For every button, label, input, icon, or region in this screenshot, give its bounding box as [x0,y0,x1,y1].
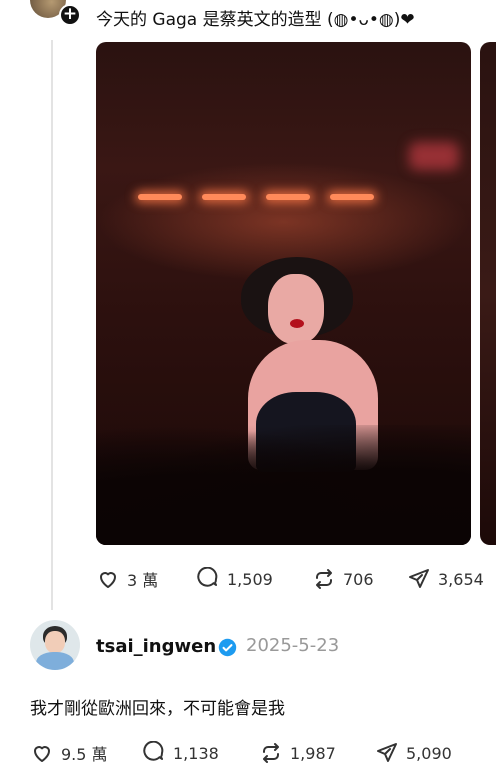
repost-icon [263,743,279,763]
share-icon [409,569,429,588]
post-actions: 9.5 萬 1,138 1,987 5,090 [30,741,452,765]
share-icon [377,743,397,762]
performer-face [268,274,324,344]
performer-mouth [290,319,304,328]
repost-icon [316,569,332,589]
repost-button[interactable]: 706 [312,567,407,591]
comment-icon [143,741,164,761]
repost-count: 706 [343,569,374,589]
share-count: 3,654 [438,569,484,589]
post-date: 2025-5-23 [246,635,340,656]
post-text: 今天的 Gaga 是蔡英文的造型 (◍•ᴗ•◍)❤ [96,10,415,30]
post-image[interactable] [96,42,471,545]
comment-button[interactable]: 1,138 [142,741,259,765]
next-image-preview[interactable] [480,42,496,545]
share-button[interactable]: 3,654 [407,567,484,591]
comment-count: 1,138 [173,743,219,763]
username[interactable]: tsai_ingwen [96,636,216,657]
crowd-silhouette [96,425,471,545]
post-text: 我才剛從歐洲回來，不可能會是我 [30,699,285,719]
repost-count: 1,987 [290,743,336,763]
share-count: 5,090 [406,743,452,763]
stage-light [330,194,374,200]
thread-line [51,40,53,610]
comment-count: 1,509 [227,569,273,589]
like-count: 3 萬 [127,571,159,590]
share-button[interactable]: 5,090 [375,741,452,765]
heart-icon [34,746,50,762]
post-actions: 3 萬 1,509 706 3,654 [96,567,484,591]
like-button[interactable]: 3 萬 [96,567,196,591]
stage-light [266,194,310,200]
stage-light [138,194,182,200]
stage-light [409,142,459,170]
verified-badge-icon [218,638,237,657]
heart-icon [100,572,116,588]
plus-icon[interactable]: + [59,4,81,26]
avatar[interactable] [30,620,80,670]
repost-button[interactable]: 1,987 [259,741,375,765]
like-count: 9.5 萬 [61,745,108,764]
like-button[interactable]: 9.5 萬 [30,741,142,765]
comment-icon [197,567,218,587]
stage-light [202,194,246,200]
comment-button[interactable]: 1,509 [196,567,312,591]
